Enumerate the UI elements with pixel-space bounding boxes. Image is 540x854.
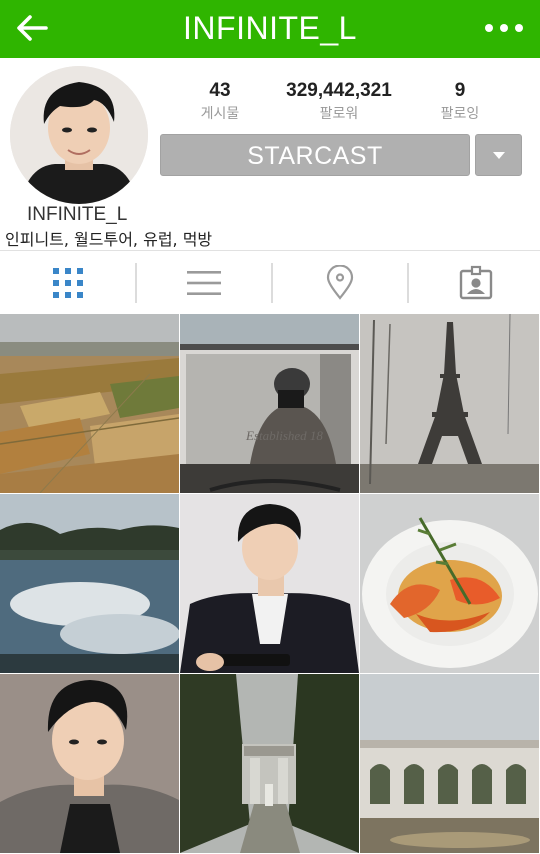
- grid-icon: [52, 268, 83, 298]
- view-tab-bar: [0, 250, 540, 314]
- tagged-person-icon: [459, 265, 492, 300]
- top-app-bar: INFINITE_L: [0, 0, 540, 58]
- photo-colonnade-garden[interactable]: [360, 674, 539, 853]
- list-icon: [186, 271, 221, 295]
- stat-followers[interactable]: 329,442,321 팔로워: [272, 80, 406, 123]
- profile-section: 43 게시물 329,442,321 팔로워 9 팔로잉 STARCAST IN…: [0, 58, 540, 250]
- photo-lake-reflection[interactable]: [0, 494, 179, 673]
- stat-label: 게시물: [200, 106, 240, 122]
- avatar[interactable]: [10, 66, 148, 204]
- mirror-shop-sign-text: Established 18: [245, 428, 323, 443]
- photo-selfie-hoodie[interactable]: [0, 674, 179, 853]
- location-pin-icon: [326, 265, 353, 300]
- stat-value: 43: [209, 80, 231, 101]
- starcast-button[interactable]: STARCAST: [160, 134, 470, 176]
- photo-garden-hedge-path[interactable]: [180, 674, 359, 853]
- tab-list[interactable]: [136, 251, 271, 315]
- photo-mirror-selfie[interactable]: Established 18: [180, 314, 359, 493]
- stat-label: 팔로잉: [440, 106, 480, 122]
- chevron-down-icon: [493, 152, 505, 159]
- tab-location[interactable]: [272, 251, 407, 315]
- tab-grid[interactable]: [0, 251, 135, 315]
- stat-posts[interactable]: 43 게시물: [195, 80, 245, 123]
- photo-grid: Established 18: [0, 314, 540, 854]
- photo-eiffel-tower[interactable]: [360, 314, 539, 493]
- profile-username: INFINITE_L: [27, 204, 128, 225]
- stat-label: 팔로워: [319, 106, 359, 122]
- photo-shrimp-pasta[interactable]: [360, 494, 539, 673]
- dropdown-button[interactable]: [475, 134, 522, 176]
- more-dots-icon: [485, 24, 493, 32]
- stat-following[interactable]: 9 팔로잉: [432, 80, 488, 123]
- stat-value: 329,442,321: [286, 80, 392, 101]
- tab-tagged[interactable]: [408, 251, 540, 315]
- photo-aerial-farmland[interactable]: [0, 314, 179, 493]
- stat-value: 9: [454, 80, 466, 101]
- profile-bio: 인피니트, 월드투어, 유럽, 먹방: [5, 230, 213, 249]
- photo-man-with-phone[interactable]: [180, 494, 359, 673]
- more-options-button[interactable]: [480, 14, 530, 42]
- page-title: INFINITE_L: [183, 10, 357, 46]
